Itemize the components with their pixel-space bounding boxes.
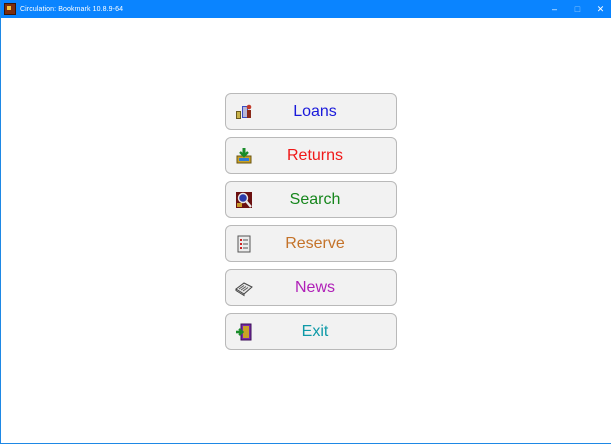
window-controls: – □ ✕ (543, 0, 611, 18)
reserve-button[interactable]: Reserve (225, 225, 397, 262)
search-icon (235, 191, 253, 209)
exit-button[interactable]: Exit (225, 313, 397, 350)
news-icon (235, 279, 253, 297)
close-button[interactable]: ✕ (589, 0, 611, 18)
loans-button[interactable]: Loans (225, 93, 397, 130)
app-icon (4, 3, 16, 15)
window-title: Circulation: Bookmark 10.8.9-64 (20, 5, 124, 13)
returns-icon (235, 147, 253, 165)
news-button[interactable]: News (225, 269, 397, 306)
reserve-icon (235, 235, 253, 253)
app-window: Circulation: Bookmark 10.8.9-64 – □ ✕ Lo… (0, 0, 611, 444)
exit-icon (235, 323, 253, 341)
search-button[interactable]: Search (225, 181, 397, 218)
title-bar[interactable]: Circulation: Bookmark 10.8.9-64 – □ ✕ (1, 0, 611, 18)
minimize-button[interactable]: – (543, 0, 566, 18)
loans-icon (235, 103, 253, 121)
main-menu: Loans Returns Search Reserve News Exit (225, 93, 397, 357)
returns-button[interactable]: Returns (225, 137, 397, 174)
maximize-button[interactable]: □ (566, 0, 589, 18)
